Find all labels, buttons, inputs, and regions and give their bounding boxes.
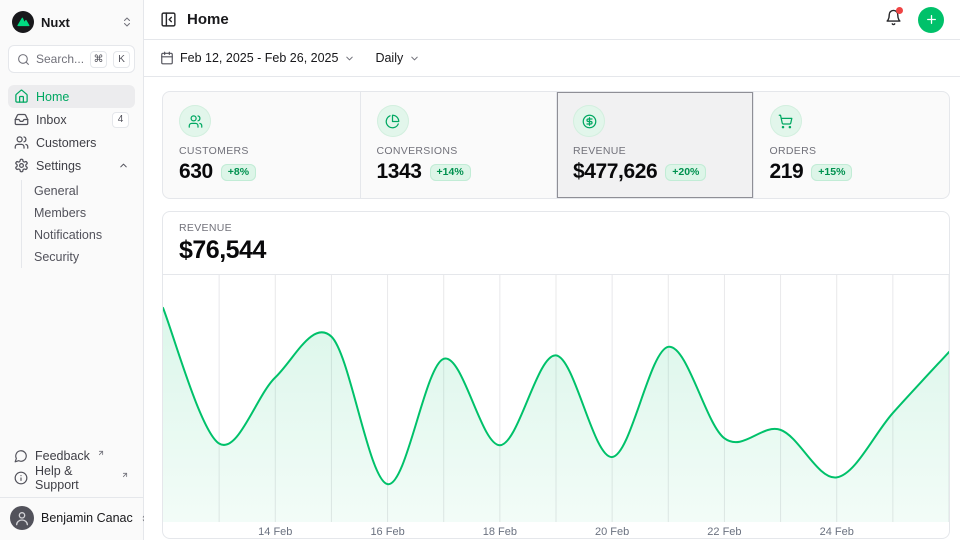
add-button[interactable] bbox=[918, 7, 944, 33]
stat-label: Conversions bbox=[377, 145, 541, 157]
gear-icon bbox=[14, 158, 29, 173]
sidebar-spacer bbox=[8, 270, 135, 445]
main-area: Home Feb 12, 2025 - Feb 26, 2025 bbox=[144, 0, 960, 540]
sidebar-item-label: Settings bbox=[36, 159, 81, 173]
stat-card-orders[interactable]: Orders 219 +15% bbox=[753, 92, 950, 198]
sidebar-item-settings[interactable]: Settings bbox=[8, 154, 135, 177]
x-axis-label: 14 Feb bbox=[258, 526, 292, 538]
footer-item-label: Help & Support bbox=[35, 464, 114, 492]
kbd-command: ⌘ bbox=[90, 51, 107, 68]
notification-dot bbox=[896, 7, 903, 14]
dashboard-content: Customers 630 +8% Conversions 1343 +14% bbox=[144, 77, 960, 539]
stat-card-revenue[interactable]: Revenue $477,626 +20% bbox=[556, 92, 753, 198]
sidebar-item-home[interactable]: Home bbox=[8, 85, 135, 108]
nuxt-mountain-icon bbox=[17, 17, 30, 27]
chart-header: Revenue $76,544 bbox=[163, 212, 949, 274]
stat-change-badge: +15% bbox=[811, 164, 852, 181]
external-link-icon bbox=[97, 449, 105, 457]
stat-icon-circle bbox=[179, 105, 211, 137]
area-chart bbox=[163, 275, 949, 522]
users-icon bbox=[188, 114, 203, 129]
avatar bbox=[10, 506, 34, 530]
stat-value: $477,626 bbox=[573, 160, 657, 184]
page-header: Home bbox=[144, 0, 960, 40]
x-axis-label: 20 Feb bbox=[595, 526, 629, 538]
pie-chart-icon bbox=[385, 114, 400, 129]
search-input[interactable]: Search... ⌘ K bbox=[8, 45, 135, 73]
calendar-icon bbox=[160, 51, 174, 65]
dollar-circle-icon bbox=[582, 114, 597, 129]
filters-toolbar: Feb 12, 2025 - Feb 26, 2025 Daily bbox=[144, 40, 960, 77]
panel-left-close-icon bbox=[160, 11, 177, 28]
notifications-button[interactable] bbox=[885, 9, 902, 31]
stat-change-badge: +20% bbox=[665, 164, 706, 181]
date-range-label: Feb 12, 2025 - Feb 26, 2025 bbox=[180, 51, 338, 65]
user-menu[interactable]: Benjamin Canac bbox=[0, 497, 143, 532]
stat-value: 630 bbox=[179, 160, 213, 184]
stat-icon-circle bbox=[377, 105, 409, 137]
user-name: Benjamin Canac bbox=[41, 511, 133, 525]
stat-change-badge: +8% bbox=[221, 164, 256, 181]
stats-strip: Customers 630 +8% Conversions 1343 +14% bbox=[162, 91, 950, 199]
stat-label: Orders bbox=[770, 145, 934, 157]
settings-subnav: General Members Notifications Security bbox=[21, 180, 135, 268]
sidebar: Nuxt Search... ⌘ K Home bbox=[0, 0, 144, 540]
sidebar-item-notifications[interactable]: Notifications bbox=[22, 224, 135, 246]
users-icon bbox=[14, 135, 29, 150]
stat-change-badge: +14% bbox=[430, 164, 471, 181]
workspace-name: Nuxt bbox=[41, 15, 114, 30]
stat-value: 219 bbox=[770, 160, 804, 184]
app: Nuxt Search... ⌘ K Home bbox=[0, 0, 960, 540]
sidebar-item-label: Inbox bbox=[36, 113, 67, 127]
sidebar-item-label: Home bbox=[36, 90, 69, 104]
chart-title: Revenue bbox=[179, 222, 933, 234]
x-axis: 14 Feb 16 Feb 18 Feb 20 Feb 22 Feb 24 Feb bbox=[163, 522, 949, 538]
info-icon bbox=[14, 471, 28, 485]
x-axis-label: 18 Feb bbox=[483, 526, 517, 538]
x-axis-label: 22 Feb bbox=[707, 526, 741, 538]
chevron-down-icon bbox=[409, 53, 420, 64]
message-circle-icon bbox=[14, 449, 28, 463]
chart-plot-area[interactable] bbox=[163, 274, 949, 522]
sidebar-item-help-support[interactable]: Help & Support bbox=[8, 467, 135, 489]
stat-icon-circle bbox=[770, 105, 802, 137]
external-link-icon bbox=[121, 471, 129, 479]
page-title: Home bbox=[187, 11, 229, 28]
cart-icon bbox=[778, 114, 793, 129]
revenue-chart-card: Revenue $76,544 bbox=[162, 211, 950, 539]
stat-card-customers[interactable]: Customers 630 +8% bbox=[163, 92, 360, 198]
workspace-selector[interactable]: Nuxt bbox=[8, 8, 135, 36]
x-axis-label: 24 Feb bbox=[820, 526, 854, 538]
chevron-down-icon bbox=[344, 53, 355, 64]
period-label: Daily bbox=[375, 51, 403, 65]
search-icon bbox=[17, 53, 30, 66]
sidebar-item-general[interactable]: General bbox=[22, 180, 135, 202]
sidebar-nav: Home Inbox 4 Customers Settings bbox=[8, 85, 135, 270]
plus-icon bbox=[925, 13, 938, 26]
sidebar-item-inbox[interactable]: Inbox 4 bbox=[8, 108, 135, 131]
stat-card-conversions[interactable]: Conversions 1343 +14% bbox=[360, 92, 557, 198]
home-icon bbox=[14, 89, 29, 104]
sidebar-item-members[interactable]: Members bbox=[22, 202, 135, 224]
period-select[interactable]: Daily bbox=[375, 51, 420, 65]
chevrons-up-down-icon bbox=[121, 16, 133, 28]
sidebar-item-label: Customers bbox=[36, 136, 96, 150]
inbox-count-badge: 4 bbox=[112, 112, 129, 128]
stat-value: 1343 bbox=[377, 160, 422, 184]
footer-item-label: Feedback bbox=[35, 449, 90, 463]
sidebar-item-customers[interactable]: Customers bbox=[8, 131, 135, 154]
date-range-picker[interactable]: Feb 12, 2025 - Feb 26, 2025 bbox=[160, 51, 355, 65]
sidebar-item-security[interactable]: Security bbox=[22, 246, 135, 268]
kbd-k: K bbox=[113, 51, 130, 68]
x-axis-label: 16 Feb bbox=[370, 526, 404, 538]
inbox-icon bbox=[14, 112, 29, 127]
search-placeholder: Search... bbox=[36, 52, 84, 66]
chart-current-value: $76,544 bbox=[179, 236, 933, 265]
collapse-sidebar-button[interactable] bbox=[160, 11, 177, 28]
stat-label: Revenue bbox=[573, 145, 737, 157]
nuxt-logo bbox=[12, 11, 34, 33]
chevron-up-icon bbox=[118, 160, 129, 171]
stat-label: Customers bbox=[179, 145, 344, 157]
stat-icon-circle bbox=[573, 105, 605, 137]
